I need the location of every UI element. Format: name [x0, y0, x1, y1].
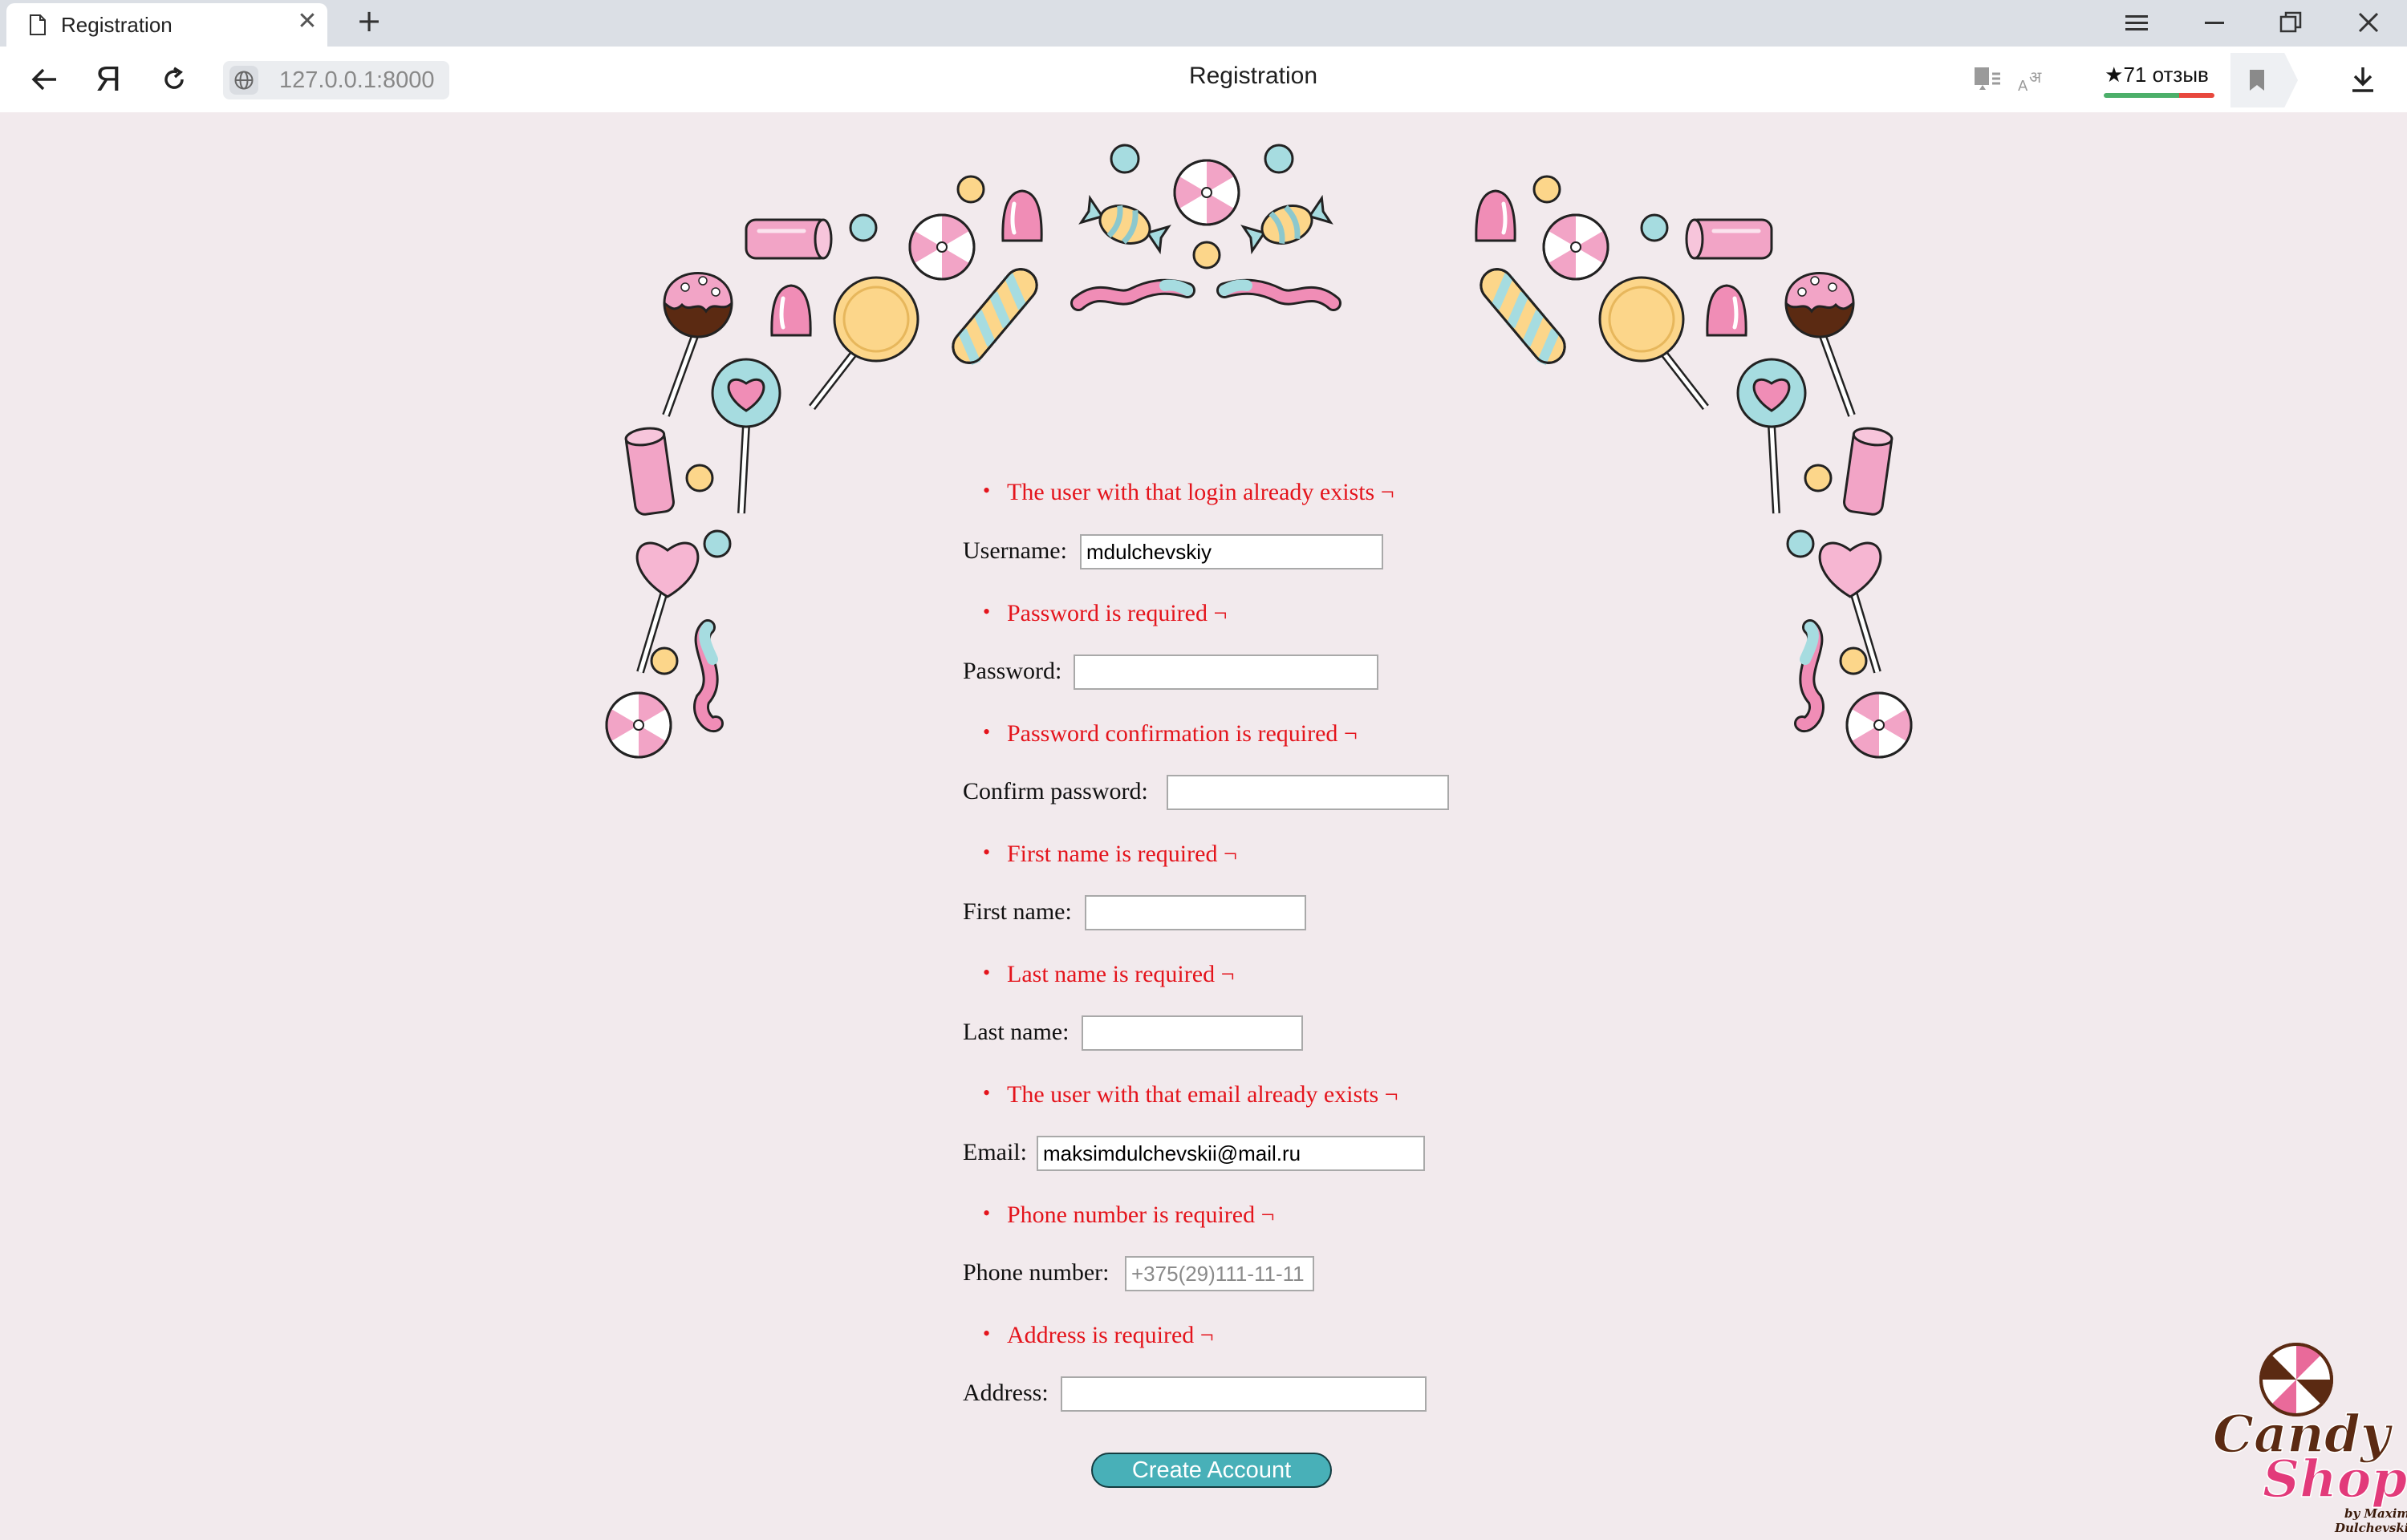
- reviews-widget[interactable]: ★71 отзыв: [2101, 61, 2214, 99]
- hamburger-icon: [2125, 15, 2148, 30]
- phone-error: • Phone number is required ¬: [983, 1202, 1275, 1229]
- browser-toolbar: Я 127.0.0.1:8000 Registration A अ ★71 от…: [0, 47, 2407, 112]
- error-bullet: •: [983, 1202, 991, 1225]
- address-bar[interactable]: 127.0.0.1:8000: [223, 61, 449, 99]
- first-name-label: First name:: [963, 898, 1072, 925]
- svg-text:A: A: [2018, 78, 2028, 94]
- restore-icon: [2279, 11, 2302, 33]
- username-label: Username:: [963, 537, 1067, 564]
- arrow-left-icon: [31, 68, 56, 91]
- bookmark-button[interactable]: [2230, 53, 2298, 107]
- password-error-text: Password is required ¬: [1007, 600, 1228, 626]
- phone-label: Phone number:: [963, 1259, 1110, 1286]
- site-info-button[interactable]: [229, 66, 258, 95]
- minimize-button[interactable]: [2194, 5, 2234, 40]
- translate-icon: A अ: [2018, 67, 2042, 94]
- candy-shop-logo: Candy Shop by Maxim Dulchevskiy: [2212, 1343, 2407, 1535]
- close-tab-icon[interactable]: ✕: [295, 10, 319, 34]
- email-field[interactable]: [1037, 1136, 1425, 1171]
- logo-byline-1: by Maxim: [2344, 1506, 2407, 1521]
- restore-button[interactable]: [2271, 5, 2311, 40]
- svg-text:अ: अ: [2029, 67, 2042, 87]
- email-error-text: The user with that email already exists …: [1007, 1081, 1398, 1108]
- first-name-error-text: First name is required ¬: [1007, 841, 1237, 867]
- translate-button[interactable]: A अ: [2012, 59, 2052, 99]
- close-icon: [2358, 12, 2379, 33]
- new-tab-button[interactable]: +: [353, 5, 385, 37]
- username-error-text: The user with that login already exists …: [1007, 479, 1394, 505]
- error-bullet: •: [983, 1081, 991, 1104]
- email-error: • The user with that email already exist…: [983, 1081, 1398, 1108]
- first-name-error: • First name is required ¬: [983, 841, 1237, 868]
- reader-mode-icon: [1975, 67, 2000, 90]
- yandex-logo-icon[interactable]: Я: [88, 59, 128, 99]
- reload-icon: [164, 67, 184, 89]
- tab-strip: Registration ✕ +: [0, 0, 2407, 47]
- error-bullet: •: [983, 479, 991, 502]
- last-name-field[interactable]: [1082, 1015, 1303, 1051]
- reviews-rating-bar: [2104, 93, 2214, 98]
- reviews-count: ★71 отзыв: [2105, 63, 2209, 87]
- phone-field[interactable]: [1125, 1256, 1314, 1291]
- username-field[interactable]: [1080, 534, 1383, 569]
- menu-button[interactable]: [2117, 5, 2157, 40]
- first-name-field[interactable]: [1085, 895, 1306, 930]
- phone-error-text: Phone number is required ¬: [1007, 1202, 1275, 1228]
- address-label: Address:: [963, 1380, 1049, 1406]
- error-bullet: •: [983, 961, 991, 984]
- download-icon: [2352, 67, 2373, 92]
- last-name-error: • Last name is required ¬: [983, 961, 1235, 988]
- error-bullet: •: [983, 600, 991, 623]
- downloads-button[interactable]: [2343, 59, 2383, 99]
- bookmark-icon: [2250, 70, 2264, 91]
- globe-icon: [234, 71, 254, 90]
- confirm-password-field[interactable]: [1167, 775, 1449, 810]
- document-icon: [30, 14, 46, 35]
- address-error-text: Address is required ¬: [1007, 1322, 1214, 1348]
- back-button[interactable]: [24, 59, 64, 99]
- url-text: 127.0.0.1:8000: [279, 67, 435, 93]
- error-bullet: •: [983, 720, 991, 744]
- password-error: • Password is required ¬: [983, 600, 1228, 627]
- logo-byline-2: Dulchevskiy: [2334, 1521, 2407, 1535]
- address-field[interactable]: [1061, 1376, 1427, 1412]
- logo-text-line2: Shop: [2263, 1449, 2407, 1510]
- password-label: Password:: [963, 658, 1062, 684]
- close-window-button[interactable]: [2348, 5, 2389, 40]
- address-error: • Address is required ¬: [983, 1322, 1214, 1349]
- toolbar-page-title: Registration: [1188, 63, 1318, 89]
- password-field[interactable]: [1074, 654, 1378, 690]
- confirm-password-error-text: Password confirmation is required ¬: [1007, 720, 1358, 747]
- create-account-button[interactable]: Create Account: [1091, 1453, 1332, 1488]
- tab-title: Registration: [61, 13, 173, 37]
- email-label: Email:: [963, 1139, 1027, 1165]
- minimize-icon: [2205, 22, 2224, 24]
- tab-registration[interactable]: Registration ✕: [6, 3, 327, 47]
- username-error: • The user with that login already exist…: [983, 479, 1394, 506]
- reload-button[interactable]: [154, 59, 194, 99]
- last-name-error-text: Last name is required ¬: [1007, 961, 1235, 987]
- confirm-password-label: Confirm password:: [963, 778, 1148, 804]
- reader-mode-button[interactable]: [1967, 59, 2007, 99]
- last-name-label: Last name:: [963, 1019, 1070, 1045]
- confirm-password-error: • Password confirmation is required ¬: [983, 720, 1358, 748]
- error-bullet: •: [983, 1322, 991, 1345]
- error-bullet: •: [983, 841, 991, 864]
